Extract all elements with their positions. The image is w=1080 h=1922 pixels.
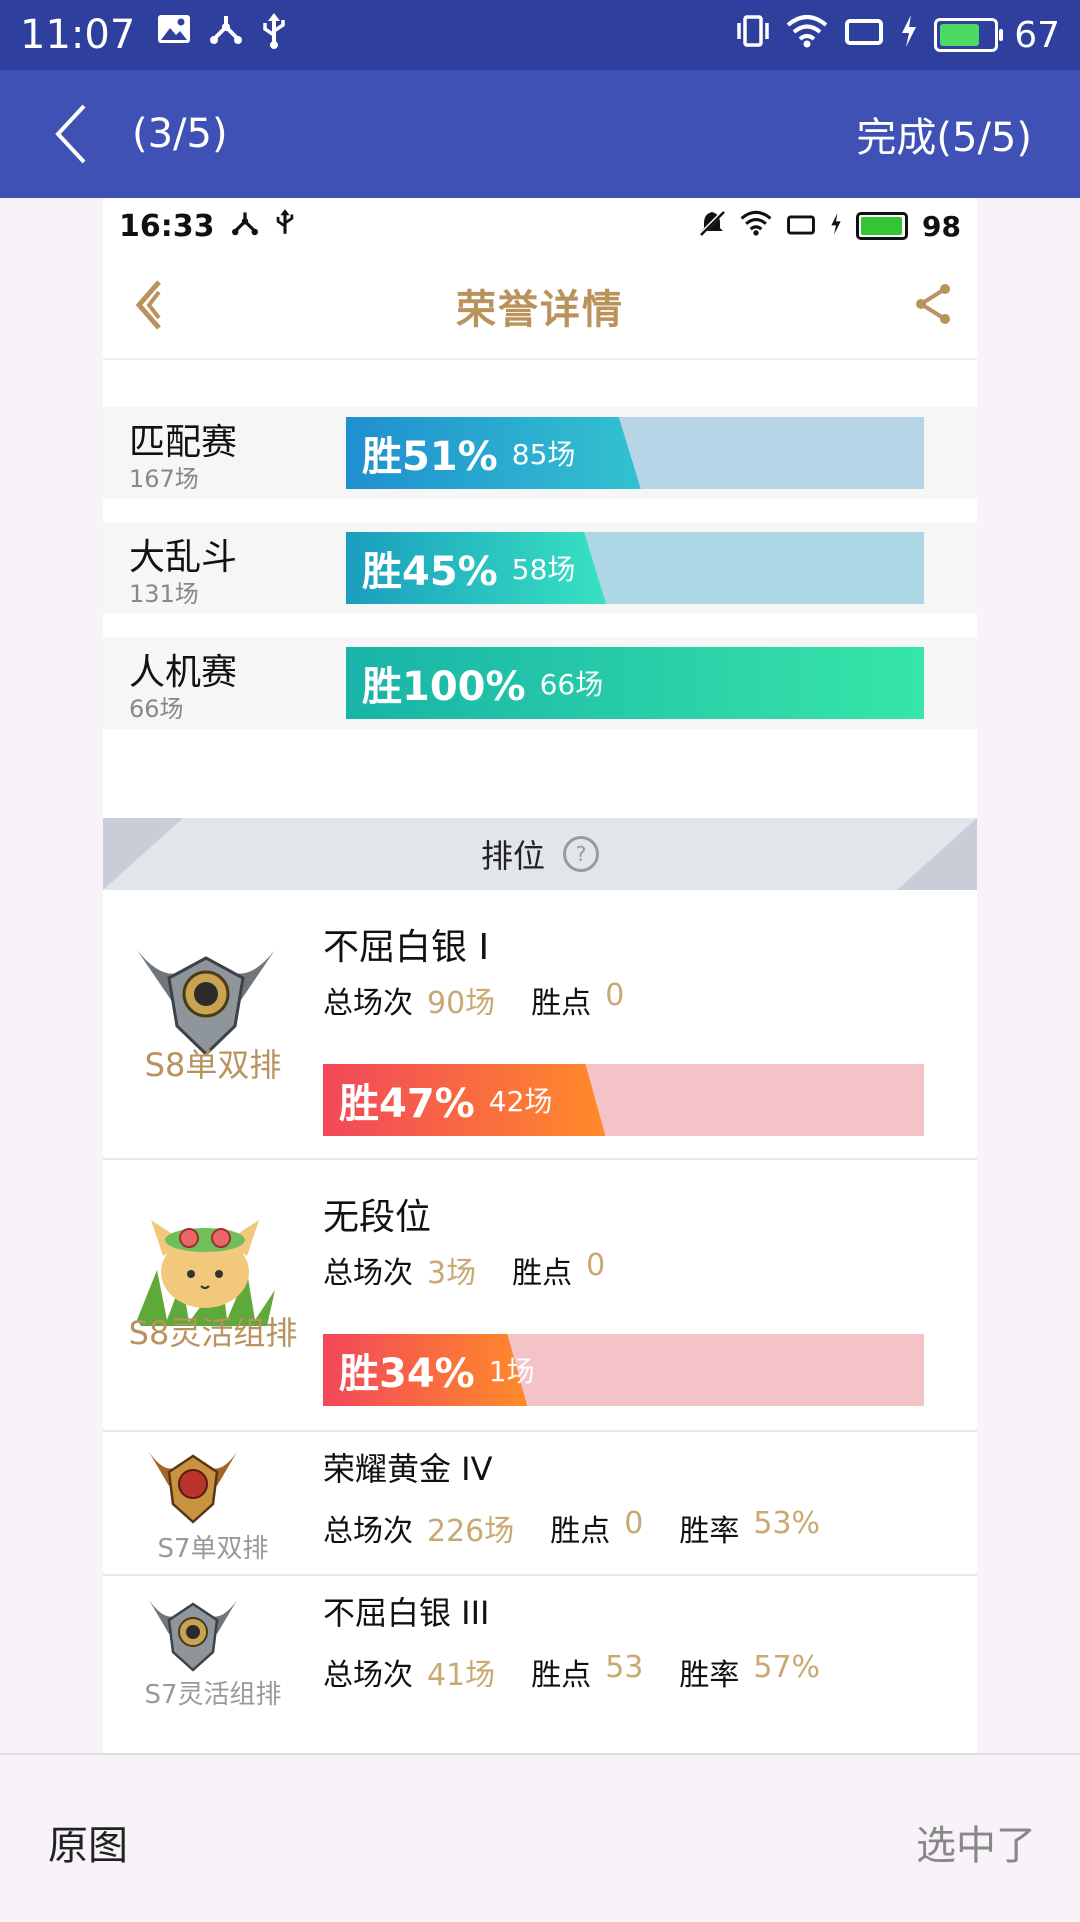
points-value: 53 — [605, 1650, 644, 1685]
ranked-win-rate-bar: 胜47% 42场 — [323, 1064, 924, 1136]
season-s8-flex: S8灵活组排 无段位 总场次 3场 胜点 0 胜34% 1场 — [103, 1160, 977, 1432]
win-rate-label: 胜34% — [339, 1351, 475, 1397]
win-games: 66场 — [539, 668, 604, 701]
mode-name: 人机赛 — [129, 652, 238, 693]
win-games: 42场 — [488, 1085, 553, 1118]
inner-status-time: 16:33 — [119, 208, 215, 244]
win-rate-bar: 胜100% 66场 — [346, 647, 924, 719]
mode-name: 大乱斗 — [129, 537, 238, 578]
season-label: S7灵活组排 — [144, 1680, 282, 1710]
season-s7-solo: S7单双排 荣耀黄金 IV 总场次 226场 胜点 0 胜率 53% — [103, 1432, 977, 1576]
rank-tier: 不屈白银 III — [323, 1594, 490, 1632]
games-value: 226场 — [427, 1514, 515, 1549]
win-rate-label: 胜51% — [362, 434, 498, 480]
rate-value: 57% — [753, 1650, 821, 1685]
points-label: 胜点 — [512, 1256, 573, 1291]
app-bar: (3/5) 完成(5/5) — [0, 70, 1080, 198]
games-label: 总场次 — [323, 986, 413, 1021]
rate-label: 胜率 — [679, 1658, 740, 1693]
mode-total: 66场 — [129, 695, 184, 723]
silver-rank-badge-small-icon — [145, 1590, 241, 1678]
games-label: 总场次 — [323, 1514, 413, 1549]
games-label: 总场次 — [323, 1658, 413, 1693]
season-label: S8单双排 — [144, 1046, 282, 1084]
inner-rotation-icon — [786, 210, 816, 243]
usb-icon — [261, 12, 287, 58]
bottom-bar: 原图 选中了 — [0, 1753, 1080, 1922]
mode-total: 131场 — [129, 580, 199, 608]
rank-tier: 无段位 — [323, 1197, 432, 1238]
inner-battery-level: 98 — [922, 209, 961, 243]
done-button[interactable]: 完成(5/5) — [856, 105, 1032, 163]
image-preview: 16:33 98 荣誉详情 匹配赛 167场 胜51% 85场 大乱斗 131场… — [103, 198, 977, 1753]
games-value: 90场 — [427, 986, 496, 1021]
win-rate-label: 胜100% — [362, 664, 526, 710]
help-icon: ? — [563, 836, 599, 872]
inner-wifi-icon — [740, 210, 772, 243]
usb-share-icon — [209, 13, 243, 58]
ranked-title: 排位 — [480, 837, 545, 875]
win-rate-label: 胜47% — [339, 1081, 475, 1127]
gold-rank-badge-icon — [145, 1442, 241, 1530]
rank-tier: 荣耀黄金 IV — [323, 1450, 493, 1488]
games-label: 总场次 — [323, 1256, 413, 1291]
status-time: 11:07 — [20, 12, 136, 58]
season-s8-solo: S8单双排 不屈白银 I 总场次 90场 胜点 0 胜47% 42场 — [103, 890, 977, 1160]
battery-level: 67 — [1014, 14, 1060, 56]
rate-value: 53% — [753, 1506, 821, 1541]
vibrate-icon — [736, 14, 770, 57]
original-image-toggle[interactable]: 原图 — [48, 1813, 128, 1871]
back-button[interactable] — [38, 86, 102, 182]
wifi-icon — [786, 14, 828, 57]
inner-status-bar: 16:33 98 — [103, 198, 977, 254]
inner-battery-icon — [856, 212, 909, 240]
points-value: 0 — [586, 1248, 606, 1283]
games-value: 41场 — [427, 1658, 496, 1693]
inner-nav-bar: 荣誉详情 — [103, 254, 977, 360]
rate-label: 胜率 — [679, 1514, 740, 1549]
points-label: 胜点 — [531, 1658, 592, 1693]
season-label: S7单双排 — [157, 1534, 269, 1564]
mute-icon — [698, 209, 726, 244]
win-games: 1场 — [488, 1355, 535, 1388]
battery-icon — [934, 18, 1004, 52]
season-s7-flex: S7灵活组排 不屈白银 III 总场次 41场 胜点 53 胜率 57% — [103, 1576, 977, 1726]
points-value: 0 — [624, 1506, 644, 1541]
charging-icon — [900, 14, 918, 56]
mode-row-aram: 大乱斗 131场 胜45% 58场 — [103, 522, 977, 614]
image-counter: (3/5) — [132, 111, 228, 157]
ranked-win-rate-bar: 胜34% 1场 — [323, 1334, 924, 1406]
season-label: S8灵活组排 — [128, 1314, 298, 1352]
rank-tier: 不屈白银 I — [323, 927, 490, 968]
games-value: 3场 — [427, 1256, 477, 1291]
inner-usb-share-icon — [231, 210, 259, 243]
back-arrow-icon — [55, 104, 86, 164]
mode-name: 匹配赛 — [129, 422, 238, 463]
win-rate-label: 胜45% — [362, 549, 498, 595]
inner-page-title: 荣誉详情 — [456, 287, 624, 333]
mode-row-match: 匹配赛 167场 胜51% 85场 — [103, 407, 977, 499]
screen-rotation-icon — [844, 15, 884, 56]
mode-total: 167场 — [129, 465, 199, 493]
points-value: 0 — [605, 978, 625, 1013]
select-toggle[interactable]: 选中了 — [916, 1813, 1036, 1871]
inner-usb-icon — [275, 208, 295, 244]
win-games: 85场 — [511, 438, 576, 471]
ranked-header: 排位 ? — [103, 818, 977, 890]
status-bar: 11:07 67 — [0, 0, 1080, 70]
inner-charging-icon — [830, 210, 842, 243]
image-notification-icon — [157, 13, 191, 58]
points-label: 胜点 — [550, 1514, 611, 1549]
win-games: 58场 — [511, 553, 576, 586]
win-rate-bar: 胜51% 85场 — [346, 417, 924, 489]
mode-row-bot: 人机赛 66场 胜100% 66场 — [103, 637, 977, 729]
points-label: 胜点 — [531, 986, 592, 1021]
share-icon — [913, 282, 953, 330]
win-rate-bar: 胜45% 58场 — [346, 532, 924, 604]
